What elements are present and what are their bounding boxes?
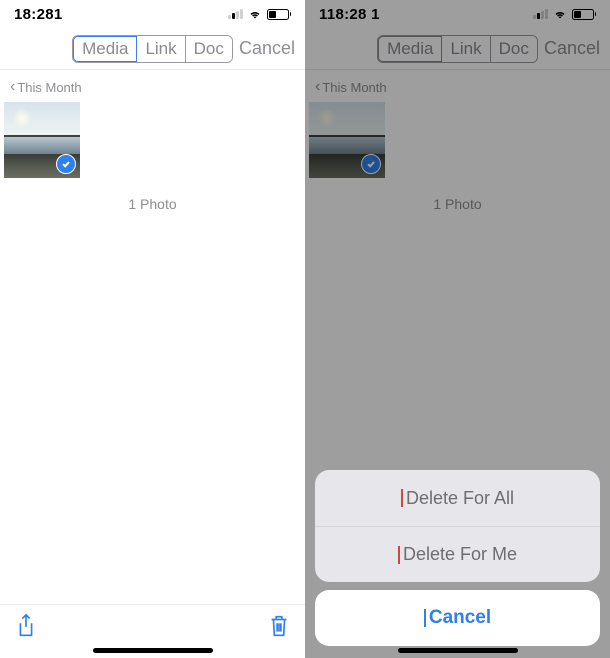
share-icon [14, 613, 38, 639]
tab-media[interactable]: Media [72, 35, 138, 63]
action-sheet-cancel-button[interactable]: Cancel [315, 590, 600, 646]
delete-for-me-label: Delete For Me [403, 544, 517, 565]
trash-icon [267, 613, 291, 639]
photo-thumbnail[interactable] [4, 102, 80, 178]
share-button[interactable] [14, 613, 38, 644]
battery-icon [267, 9, 292, 20]
home-indicator[interactable] [93, 648, 213, 653]
cellular-signal-icon [228, 9, 243, 19]
phone-right: 118:28 1 Media Link Doc Cancel ‹ This Mo… [305, 0, 610, 658]
delete-button[interactable] [267, 613, 291, 644]
cancel-button[interactable]: Cancel [239, 38, 295, 59]
status-indicators [228, 9, 291, 20]
phone-left: 18:281 Media Link Doc Cancel ‹ This Mont… [0, 0, 305, 658]
segmented-control[interactable]: Media Link Doc [72, 35, 233, 63]
header: Media Link Doc Cancel [0, 28, 305, 70]
tab-doc[interactable]: Doc [186, 36, 232, 62]
selected-check-icon [56, 154, 76, 174]
selection-count: 1 Photo [0, 196, 305, 212]
delete-for-all-button[interactable]: Delete For All [315, 470, 600, 526]
status-bar: 18:281 [0, 0, 305, 28]
cancel-indicator-icon [424, 609, 426, 627]
action-sheet: Delete For All Delete For Me Cancel [315, 470, 600, 646]
chevron-left-icon: ‹ [10, 78, 15, 96]
section-title: This Month [17, 80, 81, 95]
delete-for-me-button[interactable]: Delete For Me [315, 526, 600, 582]
media-grid [0, 102, 305, 178]
delete-for-all-label: Delete For All [406, 488, 514, 509]
tab-link[interactable]: Link [137, 36, 185, 62]
cancel-label: Cancel [429, 607, 491, 629]
section-header: ‹ This Month [0, 70, 305, 102]
action-sheet-group: Delete For All Delete For Me [315, 470, 600, 582]
destructive-indicator-icon [398, 546, 400, 564]
destructive-indicator-icon [401, 489, 403, 507]
wifi-icon [248, 9, 262, 20]
status-time: 18:281 [14, 6, 63, 23]
